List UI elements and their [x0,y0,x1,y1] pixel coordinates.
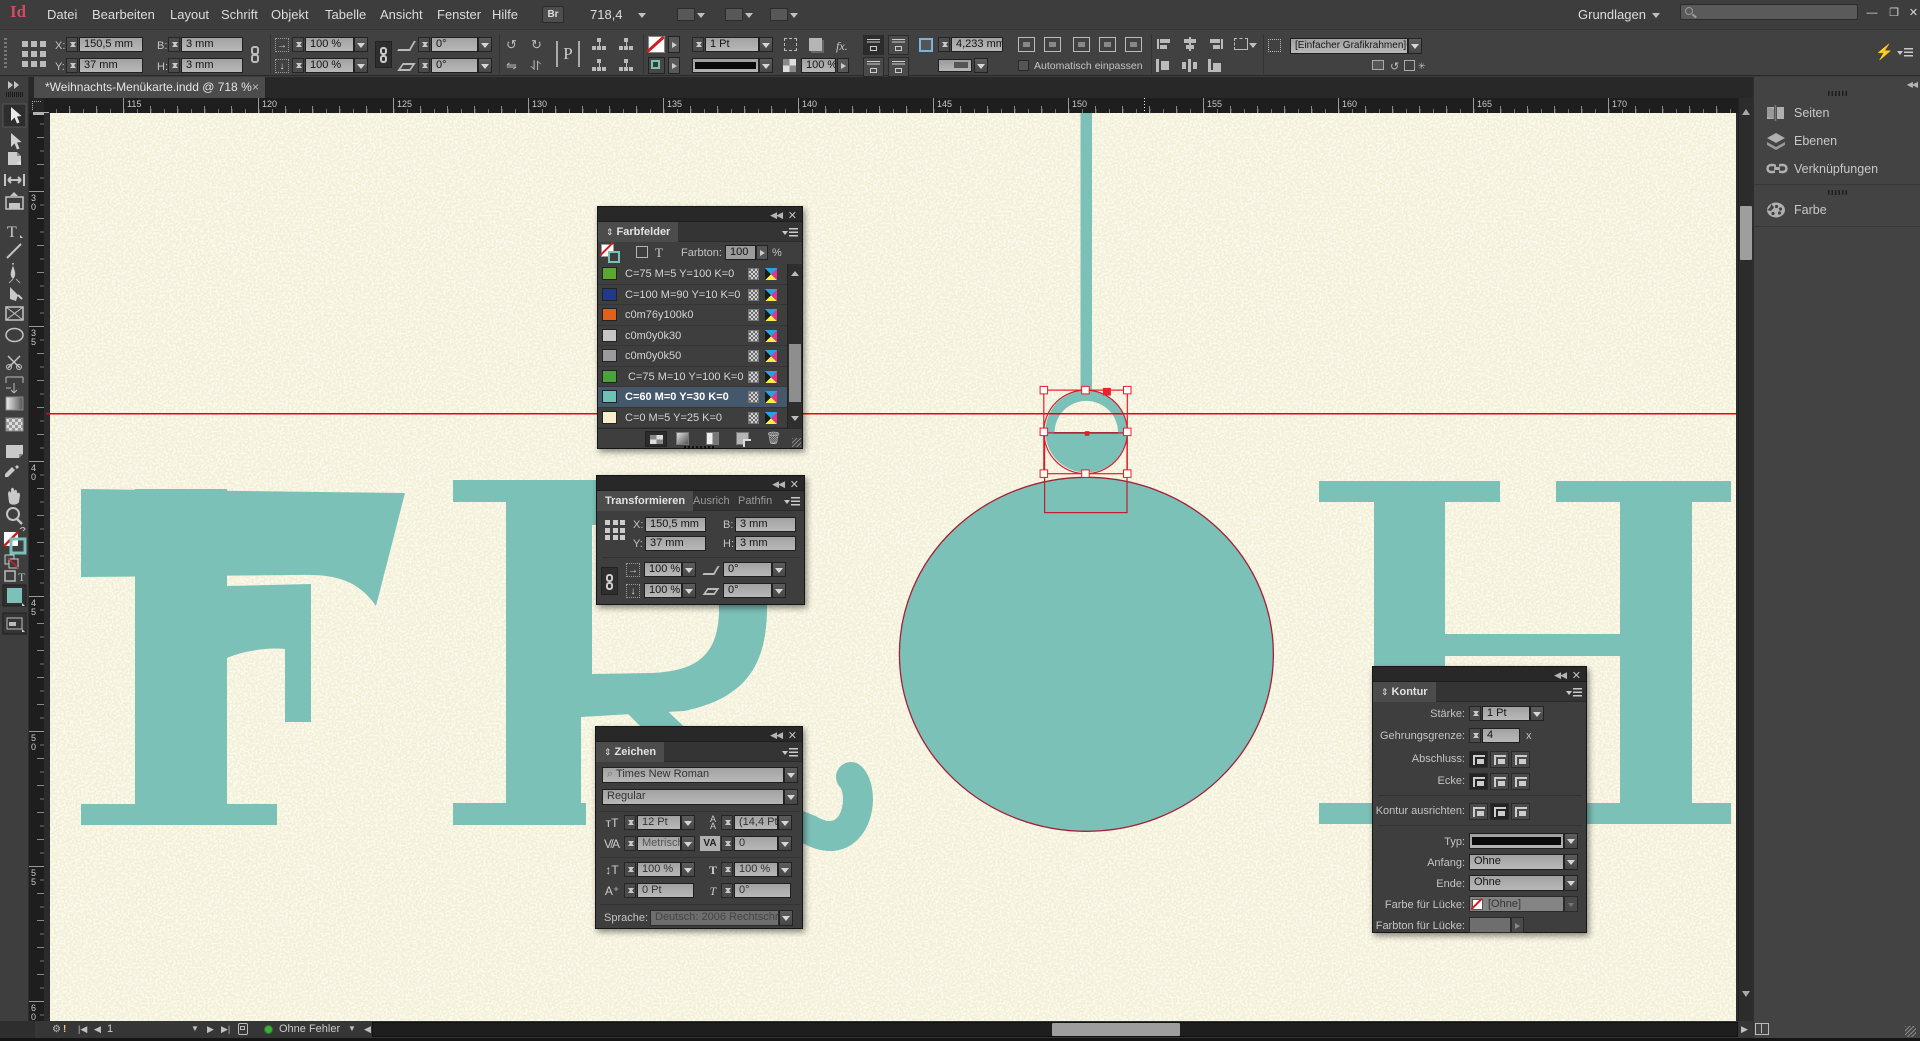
svg-text:T: T [18,570,26,584]
svg-text:T: T [7,224,17,241]
